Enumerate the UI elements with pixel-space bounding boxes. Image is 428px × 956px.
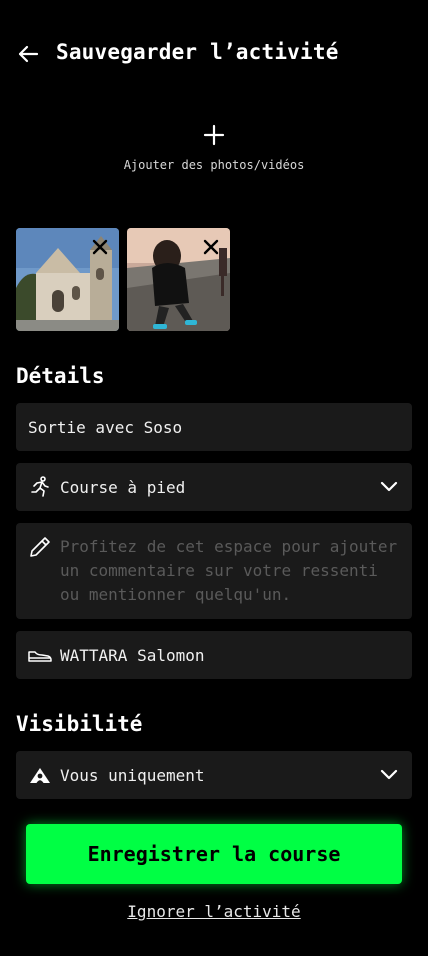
page-title: Sauvegarder l’activité: [56, 40, 339, 64]
chevron-down-icon: [380, 481, 398, 492]
photo-thumbnail-church[interactable]: [16, 228, 119, 331]
gear-select[interactable]: WATTARA Salomon: [16, 631, 412, 679]
visibility-section-title: Visibilité: [16, 712, 143, 736]
back-button[interactable]: [14, 40, 42, 68]
top-bar: Sauvegarder l’activité: [0, 28, 428, 80]
chevron-down-icon: [380, 769, 398, 780]
photo-thumbnail-runners[interactable]: [127, 228, 230, 331]
sport-value: Course à pied: [60, 477, 186, 497]
details-section-title: Détails: [16, 364, 105, 388]
gear-value: WATTARA Salomon: [60, 645, 205, 665]
shoe-icon: [28, 651, 52, 662]
visibility-value: Vous uniquement: [60, 765, 205, 785]
activity-title-input[interactable]: Sortie avec Soso: [16, 403, 412, 451]
sport-select[interactable]: Course à pied: [16, 463, 412, 511]
visibility-select[interactable]: Vous uniquement: [16, 751, 412, 799]
add-media-button[interactable]: Ajouter des photos/vidéos: [0, 124, 428, 184]
photo-thumbnails: [16, 228, 230, 331]
comment-textarea[interactable]: Profitez de cet espace pour ajouter un c…: [16, 523, 412, 619]
mountain-person-icon: [30, 768, 50, 783]
pencil-icon: [30, 537, 50, 557]
save-activity-button[interactable]: Enregistrer la course: [26, 824, 402, 884]
running-person-icon: [31, 476, 49, 497]
activity-title-value: Sortie avec Soso: [28, 417, 183, 437]
arrow-left-icon: [18, 45, 39, 63]
close-icon[interactable]: [202, 238, 220, 256]
add-media-label: Ajouter des photos/vidéos: [123, 158, 305, 172]
comment-placeholder: Profitez de cet espace pour ajouter un c…: [60, 537, 398, 604]
plus-icon: [203, 124, 225, 146]
close-icon[interactable]: [91, 238, 109, 256]
ignore-activity-link[interactable]: Ignorer l’activité: [0, 902, 428, 921]
